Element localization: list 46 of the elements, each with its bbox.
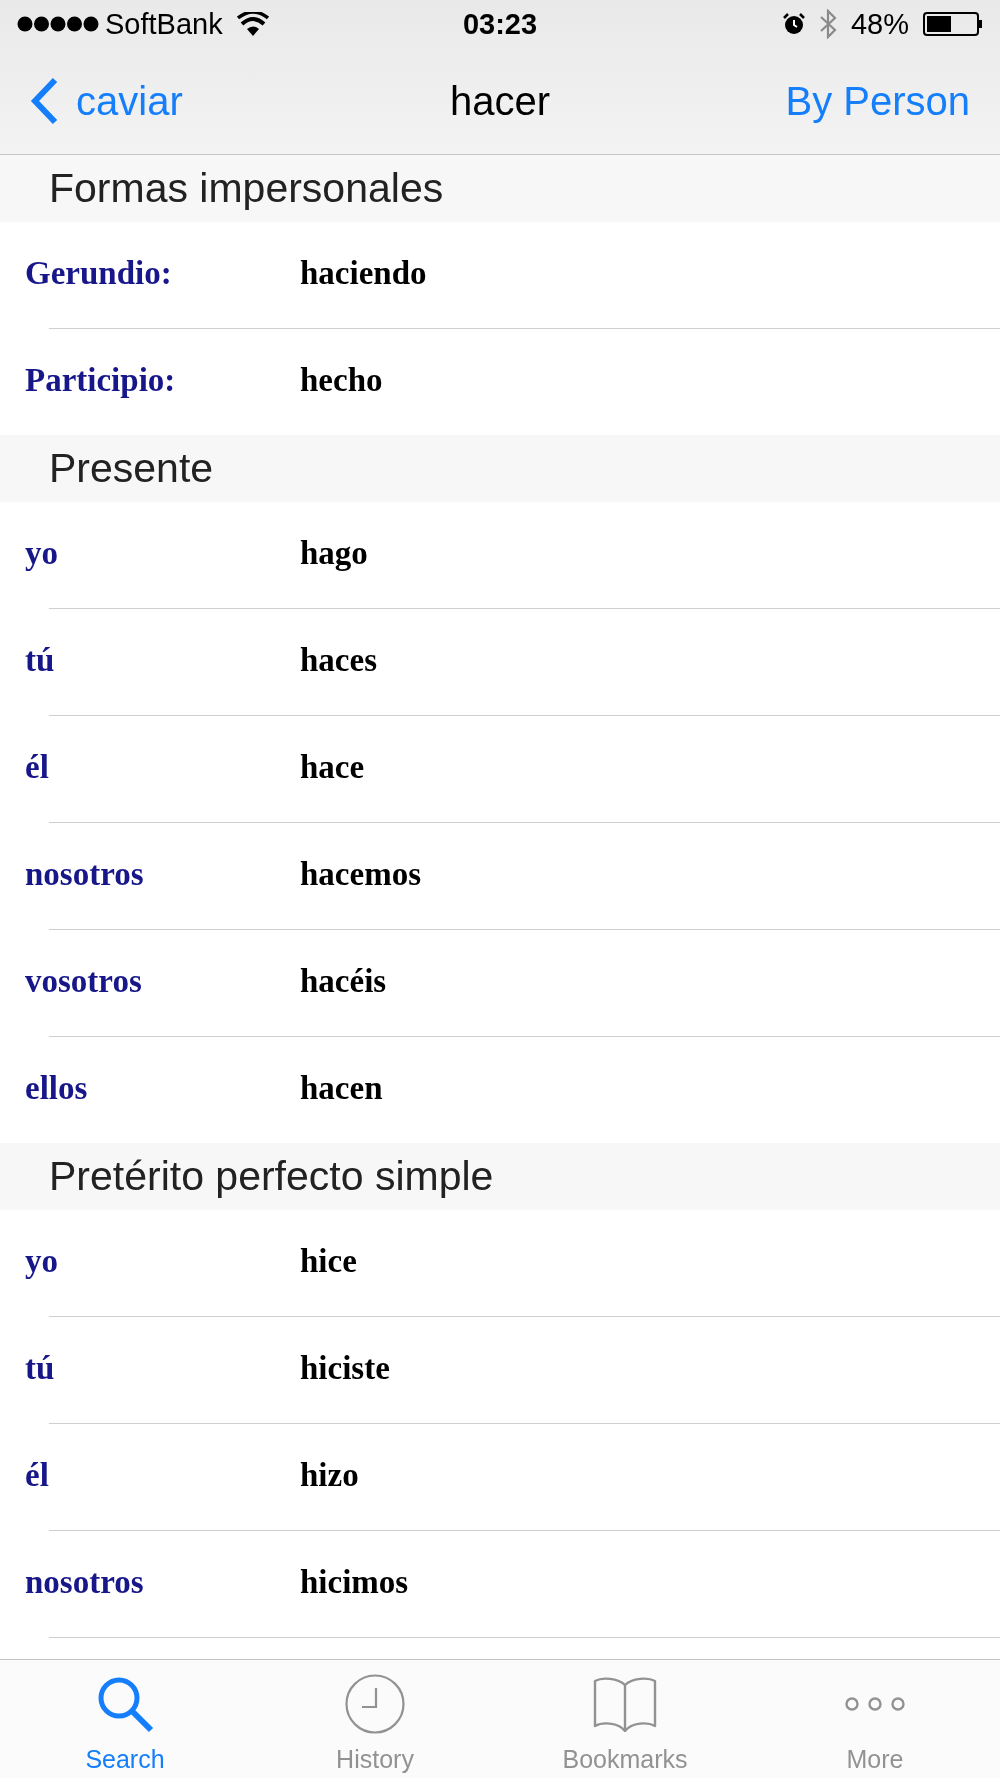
tab-bar-item[interactable]: More: [750, 1660, 1000, 1778]
verb-form: hacemos: [300, 857, 421, 891]
status-time: 03:23: [462, 9, 538, 39]
verb-form: hicimos: [300, 1565, 409, 1599]
section-title: Presente: [49, 448, 214, 489]
person-label: tú: [25, 1351, 56, 1385]
section-title: Formas impersonales: [49, 168, 444, 209]
alarm-clock-icon: [782, 13, 805, 35]
battery-percentage: 48%: [850, 9, 909, 39]
person-label: tú: [25, 643, 56, 677]
wifi-icon: [236, 12, 269, 36]
navigation-title: hacer: [449, 81, 551, 121]
tab-bar-item[interactable]: Search: [0, 1660, 250, 1778]
person-label: yo: [25, 536, 59, 570]
person-label: nosotros: [25, 1565, 145, 1599]
bluetooth-icon: [818, 9, 837, 39]
chevron-left-icon: [30, 77, 58, 125]
signal-dots-icon: [17, 16, 99, 32]
tab-bar-item[interactable]: History: [250, 1660, 500, 1778]
person-label: vosotros: [25, 964, 143, 998]
verb-form: hizo: [300, 1458, 359, 1492]
clock-icon: [345, 1674, 405, 1734]
by-person-button[interactable]: By Person: [785, 81, 970, 121]
verb-form: haciendo: [300, 256, 427, 290]
verb-form: hiciste: [300, 1351, 390, 1385]
person-label: yo: [25, 1244, 59, 1278]
book-icon: [592, 1676, 658, 1732]
verb-form: hice: [300, 1244, 357, 1278]
person-label: ellos: [25, 1071, 89, 1105]
person-label: Gerundio:: [25, 256, 173, 290]
person-label: nosotros: [25, 857, 145, 891]
section-title: Pretérito perfecto simple: [49, 1156, 494, 1197]
verb-form: hacen: [300, 1071, 383, 1105]
more-icon: [845, 1697, 905, 1711]
verb-form: hace: [300, 750, 365, 784]
verb-form: hago: [300, 536, 368, 570]
verb-form: hecho: [300, 363, 383, 397]
tab-bar-item[interactable]: Bookmarks: [500, 1660, 750, 1778]
person-label: él: [25, 750, 50, 784]
back-button[interactable]: caviar: [30, 77, 183, 125]
verb-form: hacéis: [300, 964, 387, 998]
verb-form: haces: [300, 643, 377, 677]
battery-icon: [923, 12, 983, 36]
person-label: Participio:: [25, 363, 177, 397]
carrier-name: SoftBank: [105, 9, 223, 39]
person-label: él: [25, 1458, 50, 1492]
